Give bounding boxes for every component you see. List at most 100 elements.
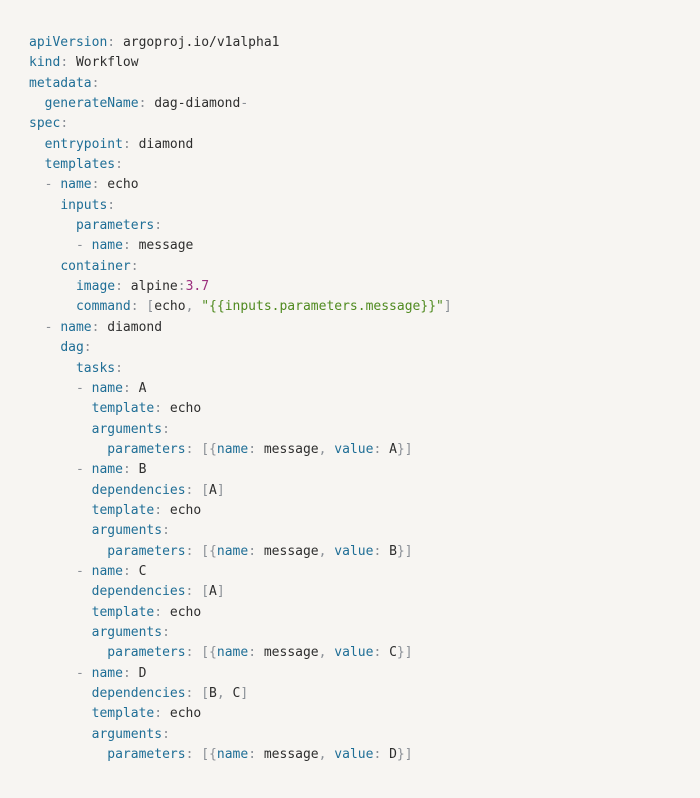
yaml-key: dag xyxy=(60,340,84,356)
code-line-19: template: echo xyxy=(91,401,202,417)
yaml-value: echo xyxy=(169,502,202,518)
yaml-key: dependencies xyxy=(91,686,186,701)
yaml-code-block: apiVersion: argoproj.io/v1alpha1 kind: Wo… xyxy=(0,0,700,798)
yaml-key: value xyxy=(334,747,374,763)
code-line-20: arguments: xyxy=(91,421,170,437)
yaml-key: generateName xyxy=(44,96,139,112)
code-line-10: parameters: xyxy=(75,218,163,234)
yaml-key: parameters xyxy=(107,441,186,457)
code-line-7: templates: xyxy=(44,157,123,173)
yaml-key: value xyxy=(334,543,374,559)
yaml-key: command xyxy=(75,299,131,315)
yaml-value: A xyxy=(209,584,217,600)
yaml-value: echo xyxy=(107,177,139,193)
code-line-21: parameters: [{name: message, value: A}] xyxy=(107,441,413,457)
yaml-value: message xyxy=(263,441,319,457)
code-line-29: template: echo xyxy=(91,604,202,620)
yaml-key: template xyxy=(91,706,155,722)
code-line-34: template: echo xyxy=(91,706,202,722)
yaml-value: echo xyxy=(169,401,202,417)
code-line-13: image: alpine:3.7 xyxy=(75,279,210,295)
yaml-value: B xyxy=(389,543,397,559)
code-line-28: dependencies: [A] xyxy=(91,584,225,600)
code-line-27: - name: C xyxy=(75,563,147,579)
code-line-12: container: xyxy=(60,258,139,274)
yaml-value: C xyxy=(138,563,147,579)
code-line-31: parameters: [{name: message, value: C}] xyxy=(107,645,413,661)
yaml-key: name xyxy=(60,177,92,193)
yaml-key: arguments xyxy=(91,523,163,539)
code-line-9: inputs: xyxy=(60,197,116,213)
yaml-value: A xyxy=(138,380,147,396)
yaml-value: D xyxy=(138,665,147,681)
yaml-value: argoproj.io/v1alpha1 xyxy=(122,35,280,50)
yaml-key: dependencies xyxy=(91,482,186,498)
yaml-key: name xyxy=(60,319,92,335)
code-line-30: arguments: xyxy=(91,624,170,640)
yaml-key: name xyxy=(216,441,249,457)
yaml-value: dag-diamond xyxy=(154,96,241,112)
code-line-25: arguments: xyxy=(91,523,170,539)
code-line-16: dag: xyxy=(60,340,92,356)
code-line-17: tasks: xyxy=(75,360,123,376)
code-line-5: spec: xyxy=(29,116,69,132)
yaml-value: B xyxy=(138,462,147,478)
code-line-8: - name: echo xyxy=(44,177,139,193)
code-line-4: generateName: dag-diamond- xyxy=(44,96,249,112)
yaml-key: parameters xyxy=(75,218,155,234)
yaml-value: B xyxy=(209,686,217,701)
yaml-value: message xyxy=(263,543,319,559)
yaml-value: alpine xyxy=(130,279,178,295)
yaml-key: parameters xyxy=(107,645,186,661)
yaml-key: inputs xyxy=(60,197,108,213)
yaml-value: Workflow xyxy=(75,55,139,71)
yaml-value: diamond xyxy=(138,136,194,152)
yaml-key: parameters xyxy=(107,747,186,763)
yaml-key: image xyxy=(75,279,116,295)
yaml-key: apiVersion xyxy=(29,35,108,50)
code-line-14: command: [echo, "{{inputs.parameters.mes… xyxy=(75,299,452,315)
yaml-key: entrypoint xyxy=(44,136,123,152)
code-line-2: kind: Workflow xyxy=(29,55,139,71)
yaml-value: message xyxy=(138,238,194,254)
yaml-key: dependencies xyxy=(91,584,186,600)
yaml-value: A xyxy=(389,441,397,457)
yaml-key: arguments xyxy=(91,421,163,437)
yaml-number: 3.7 xyxy=(185,279,210,295)
yaml-value: echo xyxy=(154,299,186,315)
yaml-key: template xyxy=(91,604,155,620)
yaml-value: message xyxy=(263,645,319,661)
code-line-22: - name: B xyxy=(75,462,147,478)
yaml-key: spec xyxy=(29,116,61,132)
yaml-key: metadata xyxy=(29,75,92,91)
yaml-key: name xyxy=(216,645,249,661)
yaml-value: C xyxy=(389,645,397,661)
yaml-key: value xyxy=(334,441,374,457)
code-line-11: - name: message xyxy=(75,238,194,254)
yaml-key: name xyxy=(91,380,123,396)
code-line-32: - name: D xyxy=(75,665,147,681)
yaml-value: message xyxy=(263,747,319,763)
yaml-value: echo xyxy=(169,706,202,722)
code-line-36: parameters: [{name: message, value: D}] xyxy=(107,747,413,763)
yaml-key: name xyxy=(91,238,123,254)
yaml-value: D xyxy=(389,747,397,763)
yaml-string: "{{inputs.parameters.message}}" xyxy=(201,299,444,315)
yaml-key: template xyxy=(91,502,155,518)
yaml-key: name xyxy=(91,462,123,478)
yaml-value: diamond xyxy=(107,319,163,335)
yaml-key: arguments xyxy=(91,726,163,742)
code-line-15: - name: diamond xyxy=(44,319,163,335)
yaml-key: name xyxy=(216,747,249,763)
code-line-1: apiVersion: argoproj.io/v1alpha1 xyxy=(29,35,280,50)
yaml-key: tasks xyxy=(75,360,116,376)
code-line-26: parameters: [{name: message, value: B}] xyxy=(107,543,413,559)
yaml-value: A xyxy=(209,482,217,498)
yaml-key: value xyxy=(334,645,374,661)
yaml-value: echo xyxy=(169,604,202,620)
code-line-33: dependencies: [B, C] xyxy=(91,686,249,701)
yaml-key: templates xyxy=(44,157,116,173)
code-line-3: metadata: xyxy=(29,75,100,91)
yaml-key: name xyxy=(91,563,123,579)
yaml-key: kind xyxy=(29,55,61,71)
